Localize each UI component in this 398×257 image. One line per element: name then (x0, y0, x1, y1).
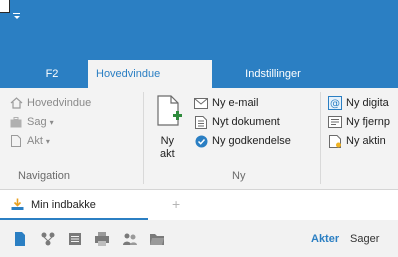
new-email-button[interactable]: Ny e-mail (194, 95, 258, 111)
new-email-label: Ny e-mail (212, 97, 259, 109)
quick-access-dropdown-button[interactable] (11, 8, 23, 24)
new-digital-label: Ny digita (346, 97, 389, 109)
file-icon[interactable] (12, 231, 28, 247)
new-remote-label: Ny fjernp (346, 116, 391, 128)
chevron-down-icon: ▾ (45, 136, 50, 146)
new-aktin-button[interactable]: Ny aktin (328, 133, 386, 149)
new-akt-button[interactable]: Ny akt (152, 92, 188, 164)
link-sager[interactable]: Sager (350, 233, 379, 245)
new-approval-button[interactable]: Ny godkendelse (194, 133, 291, 149)
document-star-icon (328, 134, 342, 148)
folder-icon[interactable] (149, 231, 165, 247)
tab-f2[interactable]: F2 (32, 60, 72, 88)
svg-text:@: @ (330, 99, 340, 110)
form-icon (328, 115, 342, 129)
ribbon-tabs: F2 Hovedvindue Indstillinger (0, 60, 398, 88)
new-remote-button[interactable]: Ny fjernp (328, 114, 390, 130)
tab-indstillinger[interactable]: Indstillinger (233, 60, 313, 88)
inbox-download-icon (11, 198, 24, 214)
group-label-ny: Ny (232, 170, 246, 182)
group-label-navigation: Navigation (18, 170, 70, 182)
mail-icon (194, 96, 208, 110)
document-text-icon (194, 115, 208, 129)
organization-icon[interactable] (40, 231, 56, 247)
at-sign-icon: @ (328, 96, 342, 110)
users-icon[interactable] (122, 231, 138, 247)
new-aktin-label: Ny aktin (346, 135, 386, 147)
nav-sag-label: Sag (27, 116, 47, 128)
chevron-down-icon: ▾ (49, 117, 54, 127)
new-digital-button[interactable]: @ Ny digita (328, 95, 389, 111)
nav-akt-dropdown[interactable]: Akt ▾ (9, 133, 50, 149)
nav-hovedvindue-label: Hovedvindue (27, 97, 92, 109)
check-badge-icon (194, 134, 208, 148)
chevron-down-icon (14, 16, 20, 19)
new-akt-label-line2: akt (160, 148, 175, 160)
tab-hovedvindue[interactable]: Hovedvindue (88, 60, 212, 88)
quick-access-bar-icon (13, 13, 20, 14)
document-icon (9, 134, 23, 148)
document-tab-strip: Min indbakke + (0, 190, 398, 220)
nav-hovedvindue-button[interactable]: Hovedvindue (9, 95, 91, 111)
ribbon-separator (320, 92, 321, 184)
new-document-label: Nyt dokument (212, 116, 280, 128)
list-icon[interactable] (67, 231, 83, 247)
add-tab-button[interactable]: + (172, 196, 180, 212)
new-akt-label-line1: Ny (160, 135, 175, 147)
app-window: F2 Hovedvindue Indstillinger Hovedvindue… (0, 0, 398, 257)
link-akter[interactable]: Akter (311, 233, 339, 245)
printer-icon[interactable] (94, 231, 110, 247)
home-icon (9, 96, 23, 110)
quick-access-frame (0, 0, 10, 13)
case-icon (9, 115, 23, 129)
nav-akt-label: Akt (27, 135, 43, 147)
toolbar: Akter Sager (0, 220, 398, 257)
new-approval-label: Ny godkendelse (212, 135, 291, 147)
ribbon-panel: Hovedvindue Sag ▾ Akt ▾ Navigation Ny ak… (0, 88, 398, 190)
new-document-button[interactable]: Nyt dokument (194, 114, 280, 130)
nav-sag-dropdown[interactable]: Sag ▾ (9, 114, 54, 130)
tab-min-indbakke[interactable]: Min indbakke (0, 190, 148, 220)
tab-min-indbakke-label: Min indbakke (31, 199, 96, 211)
new-document-icon (157, 95, 182, 126)
title-bar (0, 0, 398, 60)
ribbon-separator (143, 92, 144, 184)
